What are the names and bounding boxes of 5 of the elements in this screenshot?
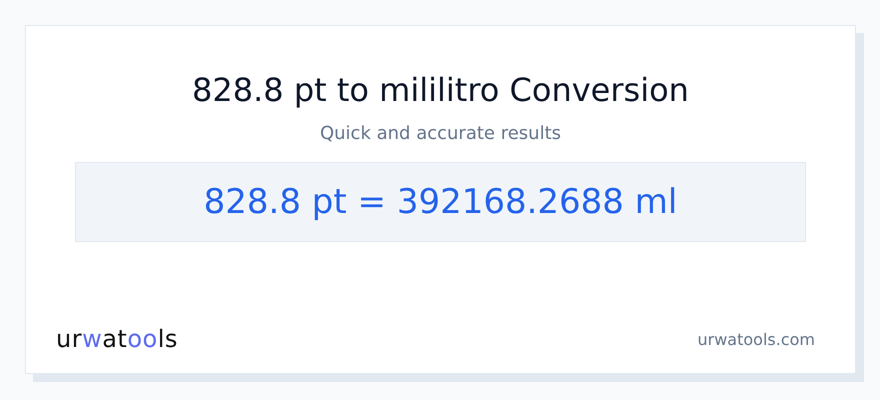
page-title: 828.8 pt to mililitro Conversion [192, 70, 689, 110]
site-url: urwatools.com [698, 330, 815, 348]
logo: urwatools [56, 325, 178, 353]
subtitle: Quick and accurate results [320, 122, 562, 146]
result-panel: 828.8 pt = 392168.2688 ml [75, 162, 806, 242]
